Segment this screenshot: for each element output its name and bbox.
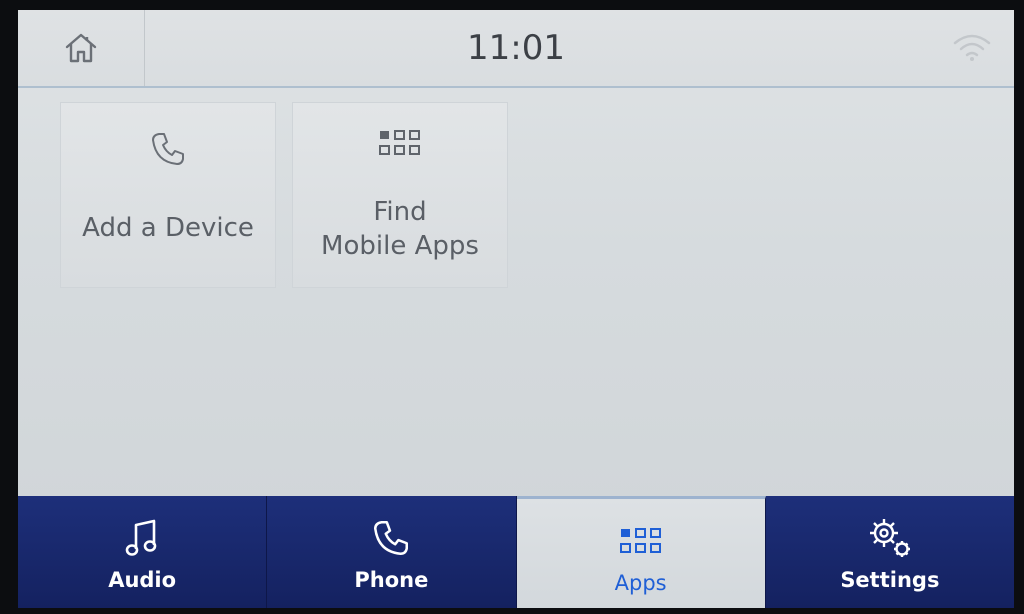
nav-label-phone: Phone	[354, 568, 429, 592]
phone-icon	[152, 133, 184, 165]
wifi-icon	[953, 34, 991, 61]
gear-icon	[869, 519, 910, 557]
nav-label-apps: Apps	[614, 571, 667, 595]
nav-item-phone[interactable]: Phone	[267, 496, 517, 608]
apps-grid-icon	[619, 528, 661, 553]
add-device-tile[interactable]: Add a Device	[60, 102, 276, 288]
find-mobile-apps-label: Find Mobile Apps	[293, 195, 507, 263]
nav-label-settings: Settings	[840, 568, 940, 592]
bottom-nav-bar: Audio Phone Apps Settings	[18, 496, 1014, 608]
add-device-label: Add a Device	[82, 213, 254, 243]
home-icon	[65, 33, 97, 63]
touchscreen: 11:01 Add a Device Find Mobile Apps Audi…	[18, 10, 1014, 608]
phone-icon	[374, 520, 409, 556]
home-button[interactable]	[18, 10, 145, 86]
nav-item-audio[interactable]: Audio	[18, 496, 268, 608]
display-bezel: 11:01 Add a Device Find Mobile Apps Audi…	[0, 0, 1024, 614]
apps-grid-icon	[379, 130, 420, 155]
find-mobile-apps-label-line1: Find	[373, 197, 427, 227]
status-bar: 11:01	[18, 10, 1014, 88]
find-mobile-apps-tile[interactable]: Find Mobile Apps	[292, 102, 508, 288]
nav-label-audio: Audio	[108, 568, 177, 592]
nav-item-settings[interactable]: Settings	[765, 496, 1014, 608]
clock: 11:01	[467, 28, 565, 68]
nav-item-apps[interactable]: Apps	[516, 496, 766, 608]
find-mobile-apps-label-line2: Mobile Apps	[321, 231, 479, 261]
music-note-icon	[125, 519, 157, 556]
